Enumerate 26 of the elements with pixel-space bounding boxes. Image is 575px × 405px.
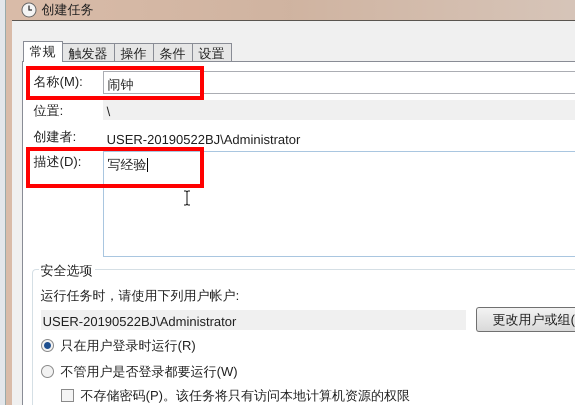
option-label: 不管用户是否登录都要运行(W) — [60, 362, 238, 381]
author-value: USER-20190522BJ\Administrator — [106, 130, 300, 148]
account-field: USER-20190522BJ\Administrator — [40, 310, 466, 330]
text-field[interactable]: 闹钟 — [102, 70, 575, 94]
option-label: 只在用户登录时运行(R) — [60, 336, 196, 355]
field-label: 描述(D): — [34, 154, 82, 170]
checkbox-label: 不存储密码(P)。该任务将只有访问本地计算机资源的权限 — [80, 388, 410, 402]
i-beam-cursor-icon — [183, 190, 191, 206]
location-field: \ — [102, 100, 575, 120]
radio-button[interactable] — [40, 339, 54, 352]
change-user-button[interactable]: 更改用户或组( — [476, 307, 575, 332]
field-label: 位置: — [34, 102, 64, 118]
field-label: 名称(M): — [34, 74, 83, 90]
tab[interactable]: 触发器 — [62, 42, 115, 60]
tab[interactable]: 条件 — [152, 42, 193, 60]
clock-icon — [20, 2, 37, 18]
text-caret — [146, 158, 148, 172]
tab[interactable]: 设置 — [192, 42, 232, 60]
text-field[interactable]: 写经验 — [102, 150, 575, 256]
prompt-text: 运行任务时，请使用下列用户帐户: — [40, 286, 240, 304]
radio-button[interactable] — [40, 365, 54, 378]
tab[interactable]: 常规 — [22, 40, 63, 62]
checkbox[interactable] — [60, 388, 74, 402]
tab[interactable]: 操作 — [114, 42, 154, 60]
field-label: 创建者: — [34, 128, 76, 144]
window-title: 创建任务 — [42, 1, 94, 19]
